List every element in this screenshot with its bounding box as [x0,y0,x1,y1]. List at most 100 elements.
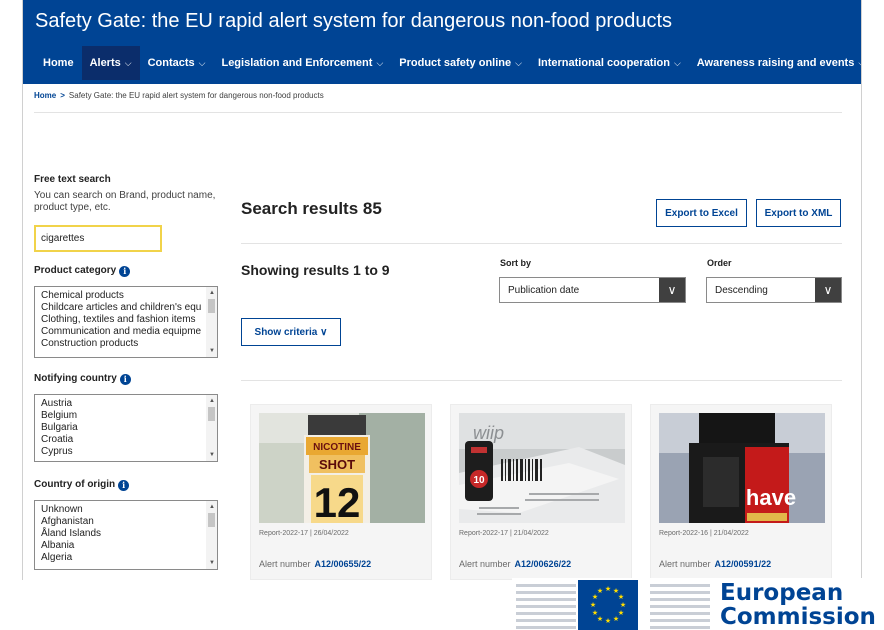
list-item[interactable]: Algeria [41,552,217,564]
product-image[interactable]: wiip 10 [459,413,625,523]
scrollbar[interactable]: ▲ ▼ [206,287,217,357]
nav-item-contacts[interactable]: Contacts ⌵ [140,46,214,80]
list-item[interactable]: Chemical products [41,290,217,302]
list-item[interactable]: Bulgaria [41,422,217,434]
alert-number-label: Alert number [659,559,711,569]
eu-flag-icon: ★ ★★★★★ ★★★★★★ [578,580,638,630]
nav-item-awareness[interactable]: Awareness raising and events⌵ [689,46,861,80]
list-item[interactable]: Construction products [41,338,217,350]
alert-number: Alert number A12/00626/22 [459,559,571,569]
alert-card[interactable]: wiip 10 Report-2022-17 | 21/04/2022 Aler… [450,404,632,580]
nav-label: Awareness raising and events [696,57,855,69]
alert-card[interactable]: have Report-2022-16 | 21/04/2022 Alert n… [650,404,832,580]
nav-label: Alerts [89,57,121,69]
notifying-country-listbox[interactable]: Austria Belgium Bulgaria Croatia Cyprus … [34,394,218,462]
product-category-listbox[interactable]: Chemical products Childcare articles and… [34,286,218,358]
show-criteria-button[interactable]: Show criteria ∨ [241,318,341,346]
nav-label: Product safety online [399,57,512,69]
list-item[interactable]: Unknown [41,504,217,516]
order-value: Descending [715,285,768,296]
info-icon[interactable]: i [118,479,130,491]
product-image[interactable]: have [659,413,825,523]
scroll-down-icon[interactable]: ▼ [209,348,215,354]
image-text: 10 [473,475,485,486]
svg-text:★: ★ [605,617,611,625]
list-item[interactable]: Cyprus [41,446,217,458]
free-text-search-input[interactable] [34,225,162,252]
info-icon[interactable]: i [119,373,131,385]
list-item[interactable]: Croatia [41,434,217,446]
list-item[interactable]: Albania [41,540,217,552]
image-text: wiip [473,423,504,443]
order-label: Order [707,258,732,268]
report-meta: Report-2022-17 | 26/04/2022 [259,530,349,537]
site-header: Safety Gate: the EU rapid alert system f… [23,0,861,84]
chevron-down-icon[interactable]: ∨ [815,278,841,302]
chevron-down-icon: ⌵ [858,58,861,69]
browser-viewport: Safety Gate: the EU rapid alert system f… [22,0,862,580]
svg-text:★: ★ [620,601,626,609]
report-meta: Report-2022-17 | 21/04/2022 [459,530,549,537]
search-results-title: Search results 85 [241,199,382,218]
alert-number-link[interactable]: A12/00591/22 [715,559,772,569]
scrollbar-thumb[interactable] [208,513,215,527]
image-text: SHOT [319,457,355,472]
svg-text:★: ★ [590,601,596,609]
free-text-search-heading: Free text search [34,174,111,185]
svg-text:★: ★ [597,587,603,595]
country-of-origin-listbox[interactable]: Unknown Afghanistan Åland Islands Albani… [34,500,218,570]
notifying-country-heading: Notifying country i [34,373,131,385]
sort-by-value: Publication date [508,285,580,296]
alert-card[interactable]: NICOTINE SHOT 12 Report-2022-17 | 26/04/… [250,404,432,580]
order-select[interactable]: Descending ∨ [706,277,842,303]
show-criteria-label: Show criteria [254,326,318,338]
european-commission-logo: ★ ★ ★ ★ ★ ★ ★ ★ ★ ★ ★ ★ European Commission [512,578,884,630]
scrollbar[interactable]: ▲ ▼ [206,395,217,461]
list-item[interactable]: Austria [41,398,217,410]
image-text: have [746,485,796,510]
list-item[interactable]: Childcare articles and children's equ [41,302,217,314]
product-category-heading: Product category i [34,265,131,277]
scrollbar-thumb[interactable] [208,299,215,313]
report-meta: Report-2022-16 | 21/04/2022 [659,530,749,537]
svg-text:★: ★ [618,593,624,601]
divider [241,243,842,244]
scroll-up-icon[interactable]: ▲ [209,290,215,296]
alert-number-label: Alert number [459,559,511,569]
info-icon[interactable]: i [119,265,131,277]
logo-text-line: Commission [720,604,876,630]
list-item[interactable]: Communication and media equipme [41,326,217,338]
nav-item-international-cooperation[interactable]: International cooperation ⌵ [530,46,689,80]
list-item[interactable]: Clothing, textiles and fashion items [41,314,217,326]
nav-item-alerts[interactable]: Alerts ⌵ [81,46,140,80]
nav-item-legislation[interactable]: Legislation and Enforcement ⌵ [213,46,391,80]
image-text: NICOTINE [313,442,361,453]
chevron-down-icon[interactable]: ∨ [659,278,685,302]
chevron-down-icon: ⌵ [515,57,522,68]
scroll-up-icon[interactable]: ▲ [209,504,215,510]
free-text-search-help: You can search on Brand, product name, p… [34,190,216,213]
export-xml-button[interactable]: Export to XML [756,199,841,227]
scrollbar[interactable]: ▲ ▼ [206,501,217,569]
sort-by-select[interactable]: Publication date ∨ [499,277,686,303]
list-item[interactable]: Åland Islands [41,528,217,540]
scroll-up-icon[interactable]: ▲ [209,398,215,404]
heading-text: Country of origin [34,479,116,490]
nav-item-home[interactable]: Home [35,46,82,80]
breadcrumb-home-link[interactable]: Home [34,91,56,100]
product-image[interactable]: NICOTINE SHOT 12 [259,413,425,523]
nav-item-product-safety-online[interactable]: Product safety online ⌵ [391,46,530,80]
scrollbar-thumb[interactable] [208,407,215,421]
chevron-down-icon: ⌵ [673,57,681,68]
scroll-down-icon[interactable]: ▼ [209,452,215,458]
alert-number-link[interactable]: A12/00626/22 [515,559,572,569]
list-item[interactable]: Afghanistan [41,516,217,528]
alert-number-link[interactable]: A12/00655/22 [315,559,372,569]
chevron-down-icon: ⌵ [198,57,206,68]
scroll-down-icon[interactable]: ▼ [209,560,215,566]
logo-stripes-icon [516,584,576,629]
sort-by-label: Sort by [500,258,532,268]
export-excel-button[interactable]: Export to Excel [656,199,747,227]
divider [34,112,842,113]
list-item[interactable]: Belgium [41,410,217,422]
